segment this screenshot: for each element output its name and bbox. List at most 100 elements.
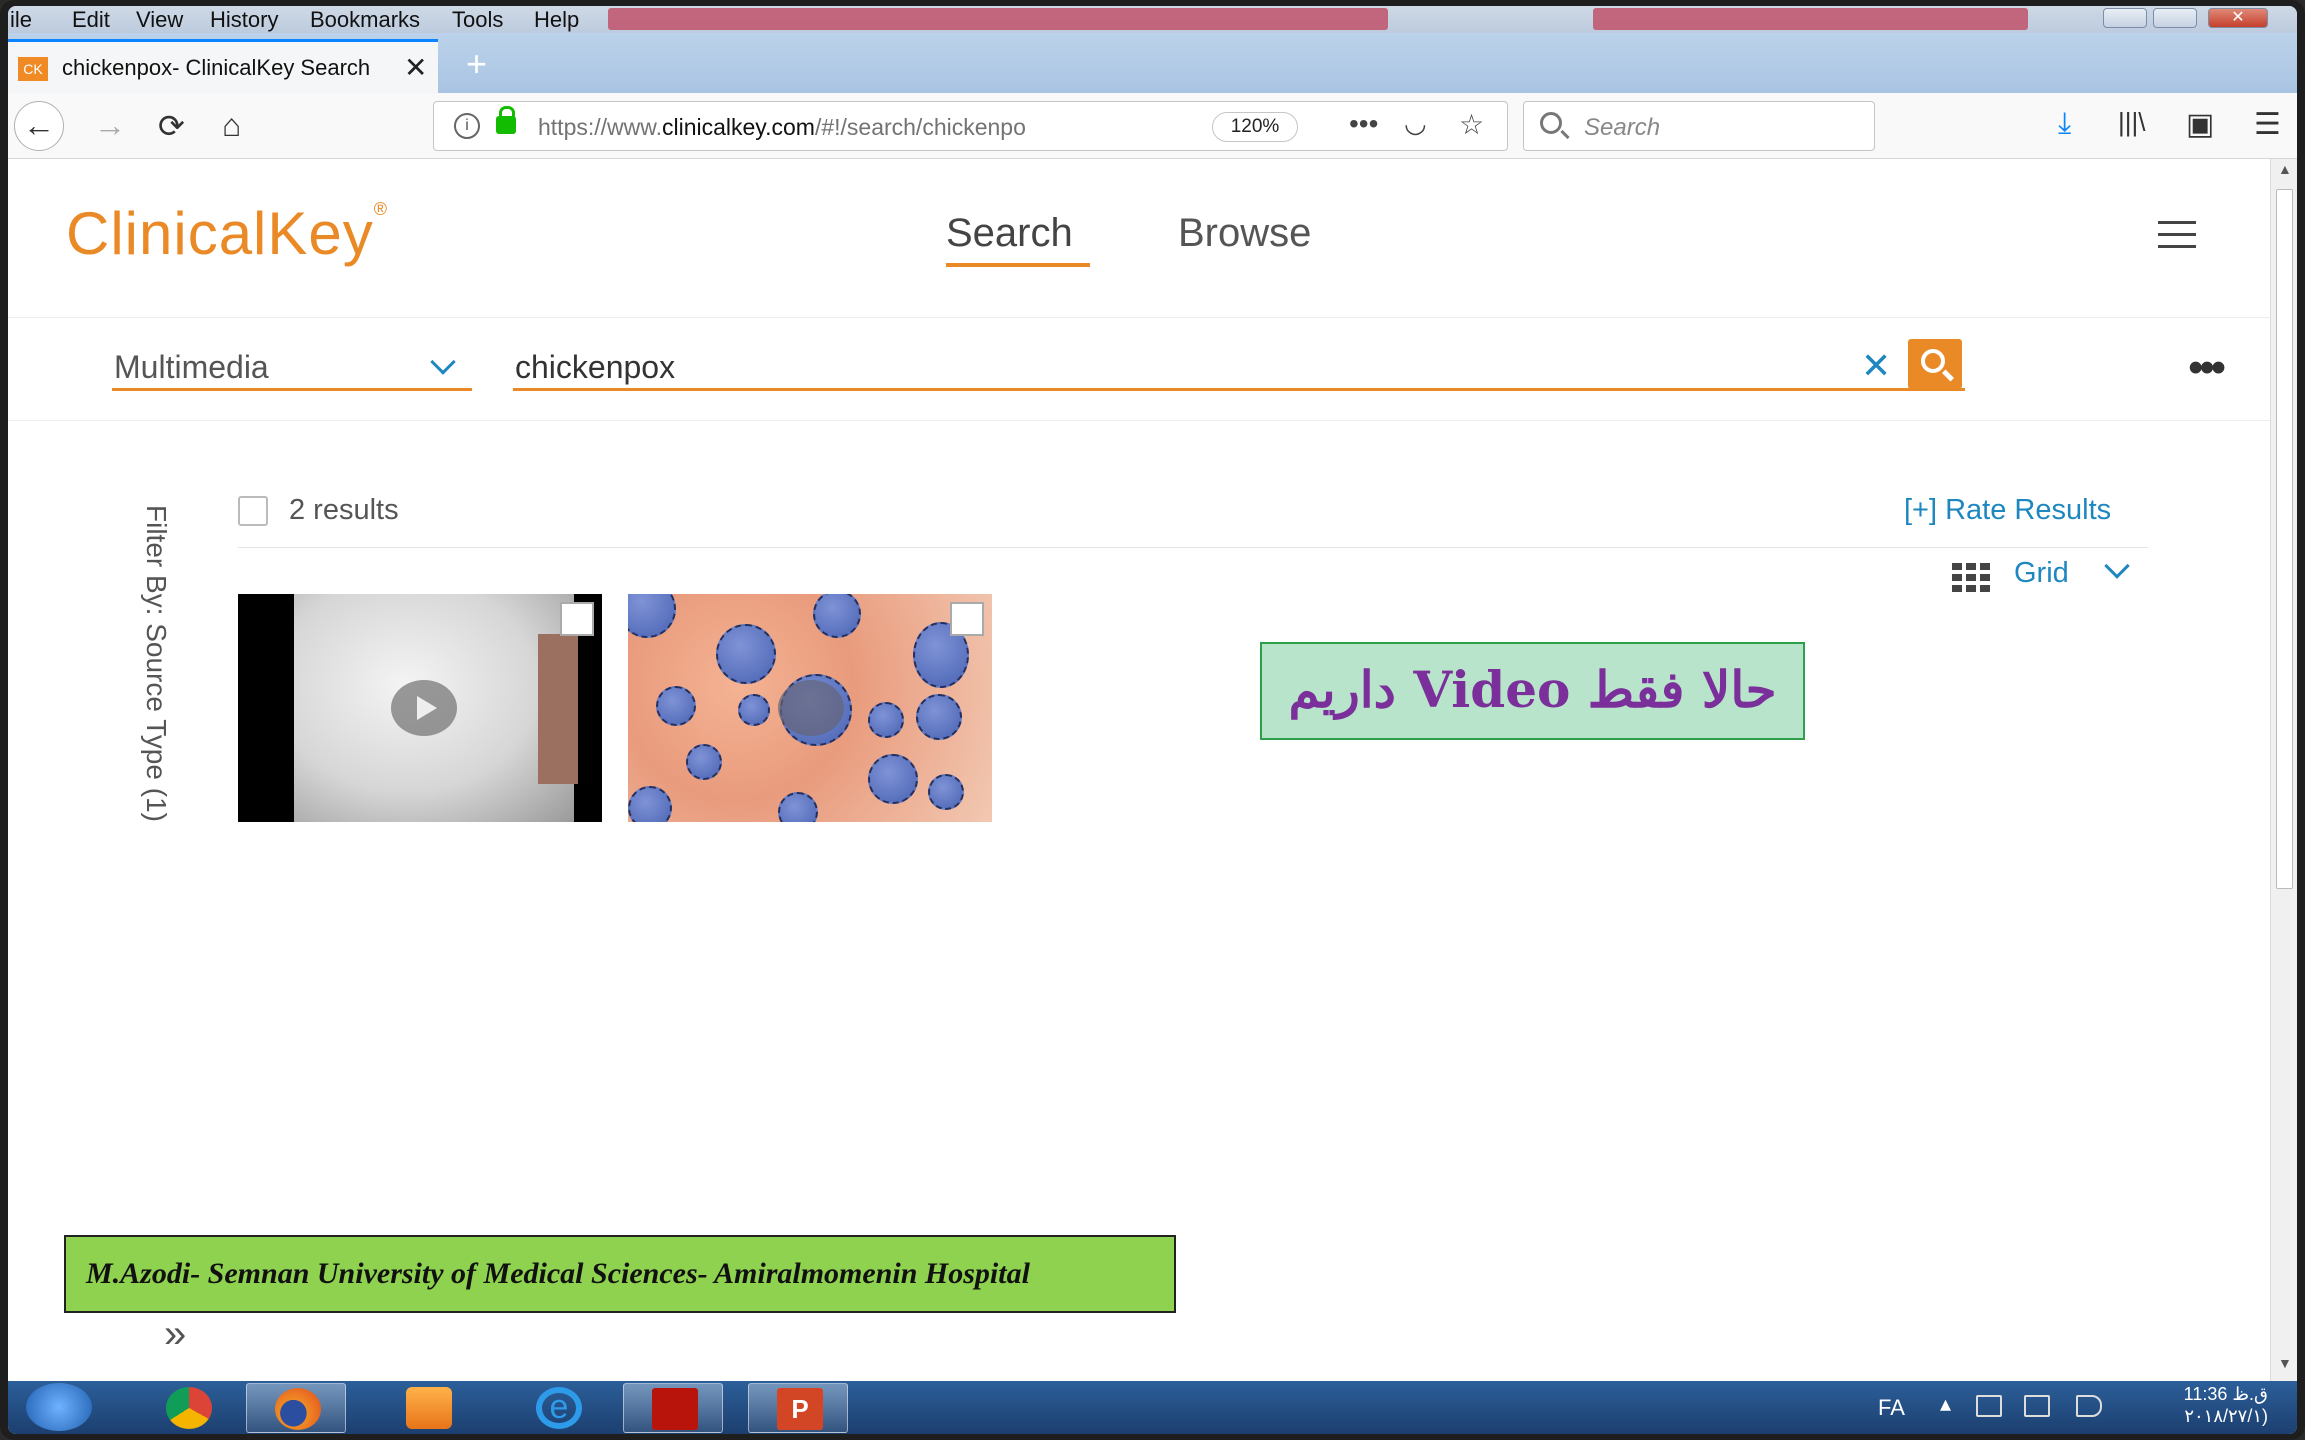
menu-view[interactable]: View — [136, 7, 183, 33]
url-text[interactable]: https://www.clinicalkey.com/#!/search/ch… — [538, 114, 1118, 141]
search-query: chickenpox — [515, 349, 676, 385]
volume-muted-icon[interactable] — [2076, 1395, 2102, 1417]
clinicalkey-favicon: CK — [18, 57, 48, 81]
minimize-button[interactable] — [2103, 8, 2147, 28]
browser-menu-bar: ile Edit View History Bookmarks Tools He… — [8, 6, 2297, 33]
menu-tools[interactable]: Tools — [452, 7, 503, 33]
show-hidden-icons-icon[interactable]: ▴ — [1940, 1391, 1951, 1417]
credit-banner: M.Azodi- Semnan University of Medical Sc… — [64, 1235, 1176, 1313]
video-result-thumbnail[interactable] — [628, 594, 992, 822]
rate-results-link[interactable]: [+] Rate Results — [1904, 494, 2111, 527]
play-icon[interactable] — [778, 680, 844, 736]
menu-history[interactable]: History — [210, 7, 278, 33]
bookmark-star-icon[interactable]: ☆ — [1459, 108, 1484, 141]
pocket-icon[interactable]: ◡ — [1404, 108, 1427, 139]
video-result-thumbnail[interactable] — [238, 594, 602, 822]
taskbar-internet-explorer[interactable]: e — [508, 1383, 608, 1433]
thumbnail-image-detail — [538, 634, 578, 784]
taskbar-chrome[interactable] — [138, 1383, 238, 1433]
active-nav-underline — [946, 263, 1090, 267]
close-tab-icon[interactable]: ✕ — [404, 51, 427, 84]
lock-icon[interactable] — [496, 106, 516, 134]
search-input[interactable]: chickenpox ✕ — [513, 345, 1965, 391]
annotation-box: حالا فقط Video داریم — [1260, 642, 1805, 740]
clinicalkey-logo[interactable]: ClinicalKey® — [66, 199, 388, 268]
taskbar-firefox[interactable] — [246, 1383, 346, 1433]
header-divider — [8, 317, 2270, 318]
browser-search-box[interactable]: Search — [1523, 101, 1875, 151]
results-divider — [238, 547, 2148, 548]
menu-file[interactable]: ile — [10, 7, 32, 33]
nav-browse-link[interactable]: Browse — [1178, 211, 1311, 256]
taskbar-media-player[interactable] — [378, 1383, 478, 1433]
system-clock[interactable]: 11:36 ق.ظ ۲۰۱۸/۲۷/۱) — [2148, 1383, 2268, 1427]
chevron-down-icon[interactable] — [2104, 553, 2130, 579]
menu-help[interactable]: Help — [534, 7, 579, 33]
menu-edit[interactable]: Edit — [72, 7, 110, 33]
forward-arrow-icon[interactable]: → — [94, 107, 126, 144]
scrollbar-thumb[interactable] — [2276, 189, 2293, 889]
windows-taskbar: e P FA ▴ 11:36 ق.ظ ۲۰۱۸/۲۷/۱) — [8, 1381, 2297, 1434]
tab-title: chickenpox- ClinicalKey Search — [62, 55, 371, 80]
language-indicator[interactable]: FA — [1878, 1395, 1905, 1421]
result-checkbox[interactable] — [560, 602, 594, 636]
scroll-down-arrow-icon[interactable]: ▼ — [2278, 1355, 2292, 1371]
address-bar[interactable]: i https://www.clinicalkey.com/#!/search/… — [433, 101, 1508, 151]
new-tab-icon[interactable]: + — [466, 43, 487, 85]
firefox-icon — [275, 1388, 321, 1430]
virus-illustration — [628, 786, 672, 822]
search-divider — [8, 420, 2270, 421]
close-window-button[interactable]: ✕ — [2208, 8, 2268, 28]
network-icon[interactable] — [2024, 1395, 2050, 1417]
title-bar-highlight — [1593, 8, 2028, 30]
clear-search-icon[interactable]: ✕ — [1861, 345, 1891, 387]
tab-strip: CK chickenpox- ClinicalKey Search ✕ + — [8, 33, 2297, 93]
virus-illustration — [928, 774, 964, 810]
play-icon[interactable] — [391, 680, 457, 736]
taskbar-powerpoint[interactable]: P — [748, 1383, 848, 1433]
acrobat-icon — [652, 1388, 698, 1430]
title-bar-highlight — [608, 8, 1388, 30]
category-dropdown[interactable]: Multimedia — [112, 345, 472, 391]
back-arrow-icon[interactable]: ← — [14, 101, 64, 151]
result-checkbox[interactable] — [950, 602, 984, 636]
page-actions-icon[interactable]: ••• — [1349, 108, 1378, 140]
select-all-checkbox[interactable] — [238, 496, 268, 526]
web-page: ClinicalKey® Search Browse Multimedia ch… — [8, 159, 2270, 1381]
action-center-flag-icon[interactable] — [1976, 1395, 2002, 1417]
hamburger-menu-icon[interactable] — [2158, 221, 2196, 251]
tab-active[interactable]: CK chickenpox- ClinicalKey Search ✕ — [8, 39, 438, 93]
annotation-text: حالا فقط Video داریم — [1288, 660, 1777, 719]
navigation-toolbar: ← → ⟳ ⌂ i https://www.clinicalkey.com/#!… — [8, 93, 2297, 159]
vertical-scrollbar[interactable]: ▲ ▼ — [2270, 159, 2297, 1381]
virus-illustration — [778, 792, 818, 822]
media-player-icon — [406, 1387, 452, 1429]
more-options-icon[interactable]: ••• — [2188, 346, 2226, 390]
taskbar-acrobat[interactable] — [623, 1383, 723, 1433]
start-button[interactable] — [26, 1383, 92, 1431]
home-icon[interactable]: ⌂ — [222, 107, 241, 144]
library-icon[interactable]: |||\ — [2118, 107, 2146, 138]
maximize-button[interactable] — [2153, 8, 2197, 28]
sidebar-icon[interactable]: ▣ — [2186, 107, 2214, 142]
info-icon[interactable]: i — [454, 113, 480, 139]
download-icon[interactable]: ⤓ — [2058, 107, 2071, 141]
view-mode-label[interactable]: Grid — [2014, 557, 2069, 590]
virus-illustration — [916, 694, 962, 740]
category-selected: Multimedia — [114, 349, 269, 385]
nav-search-link[interactable]: Search — [946, 211, 1073, 256]
scroll-up-arrow-icon[interactable]: ▲ — [2278, 161, 2292, 177]
monitor-frame: ile Edit View History Bookmarks Tools He… — [0, 0, 2305, 1440]
search-submit-button[interactable] — [1908, 339, 1962, 389]
app-menu-icon[interactable]: ☰ — [2254, 107, 2281, 142]
reload-icon[interactable]: ⟳ — [158, 107, 185, 145]
filter-panel-toggle[interactable]: Filter By: Source Type (1) — [138, 505, 178, 835]
search-placeholder: Search — [1584, 114, 1661, 141]
double-chevron-icon[interactable]: » — [164, 1312, 186, 1357]
search-icon — [1921, 349, 1945, 373]
zoom-indicator[interactable]: 120% — [1212, 112, 1298, 142]
virus-illustration — [628, 594, 676, 638]
grid-view-icon[interactable] — [1952, 563, 1992, 593]
results-count: 2 results — [289, 494, 399, 526]
menu-bookmarks[interactable]: Bookmarks — [310, 7, 420, 33]
